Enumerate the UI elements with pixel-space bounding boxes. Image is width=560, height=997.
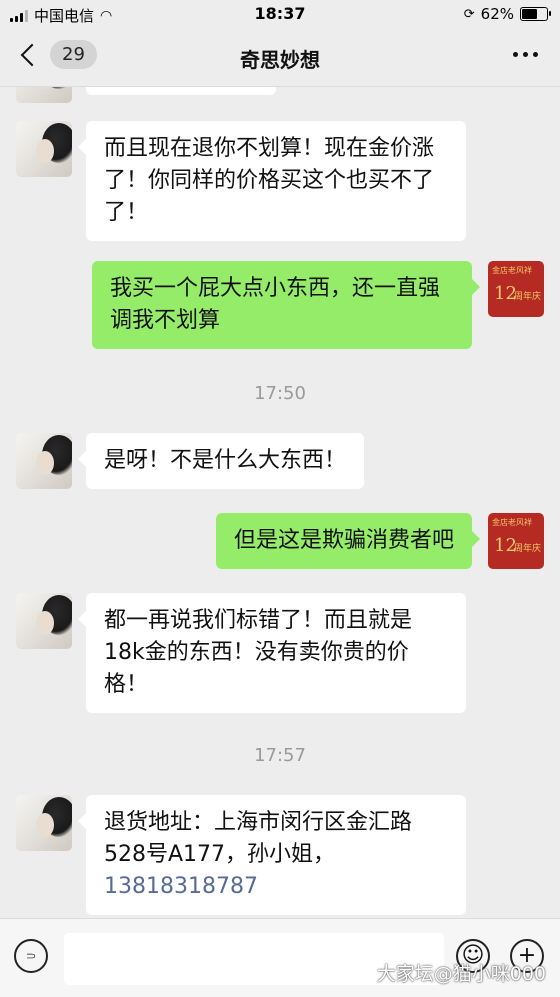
- more-dots-icon: [513, 52, 518, 57]
- avatar-seller[interactable]: [16, 87, 72, 103]
- chat-title: 奇思妙想: [240, 48, 320, 72]
- rotation-lock-icon: ⟳: [463, 6, 475, 22]
- nav-bar: 29 奇思妙想: [0, 30, 560, 87]
- status-bar: 中国电信 ◠ 18:37 ⟳ 62%: [0, 0, 560, 30]
- input-bar: ⸧ ☺ + 大家坛@猫小咪000: [0, 918, 560, 997]
- message-bubble[interactable]: 退货地址：上海市闵行区金汇路528号A177，孙小姐， 13818318787: [78, 795, 466, 915]
- message-bubble[interactable]: 我买一个屁大点小东西，还一直强调我不划算: [92, 261, 480, 349]
- message-list[interactable]: 而且现在退你不划算！现在金价涨了！你同样的价格买这个也买不了了！ 金店老风祥 1…: [0, 87, 560, 917]
- avatar-seller[interactable]: [16, 593, 72, 649]
- message-bubble[interactable]: 是呀！不是什么大东西！: [77, 433, 365, 489]
- avatar-self[interactable]: 金店老风祥 12 周年庆: [488, 261, 544, 317]
- battery-fill: [522, 9, 537, 19]
- voice-input-button[interactable]: ⸧: [14, 939, 48, 973]
- more-options-button[interactable]: [513, 52, 538, 57]
- phone-number-link[interactable]: 13818318787: [104, 874, 258, 899]
- voice-icon: ⸧: [24, 948, 38, 965]
- avatar-seller[interactable]: [16, 433, 72, 489]
- battery-percent: 62%: [480, 5, 514, 23]
- timestamp: 17:57: [254, 745, 306, 766]
- watermark: 大家坛@猫小咪000: [376, 963, 546, 985]
- message-bubble-partial[interactable]: [86, 87, 276, 95]
- avatar-seller[interactable]: [16, 121, 72, 177]
- avatar-seller[interactable]: [16, 795, 72, 851]
- status-right: ⟳ 62%: [463, 5, 551, 23]
- timestamp: 17:50: [254, 383, 306, 404]
- message-bubble[interactable]: 而且现在退你不划算！现在金价涨了！你同样的价格买这个也买不了了！: [78, 121, 466, 241]
- avatar-self[interactable]: 金店老风祥 12 周年庆: [488, 513, 544, 569]
- message-text: 退货地址：上海市闵行区金汇路528号A177，孙小姐，: [104, 810, 413, 867]
- message-bubble[interactable]: 都一再说我们标错了！而且就是18k金的东西！没有卖你贵的价格！: [78, 593, 466, 713]
- battery-icon: [520, 7, 551, 21]
- message-bubble[interactable]: 但是这是欺骗消费者吧: [215, 513, 481, 569]
